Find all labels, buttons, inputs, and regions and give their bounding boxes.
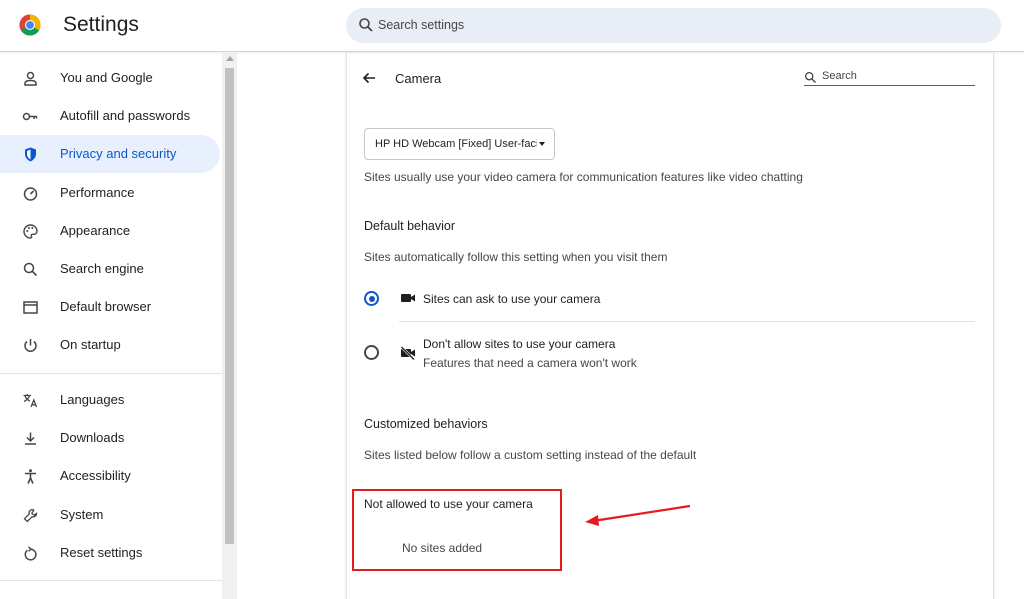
- settings-search-input[interactable]: Search settings: [346, 8, 1001, 43]
- speedometer-icon: [23, 187, 38, 201]
- sidebar-item-on-startup[interactable]: On startup: [0, 326, 220, 364]
- sidebar-item-downloads[interactable]: Downloads: [0, 419, 220, 457]
- annotation-arrow-icon: [585, 504, 691, 526]
- sidebar-nav: You and Google Autofill and passwords Pr…: [0, 53, 222, 599]
- sidebar-item-languages[interactable]: Languages: [0, 381, 220, 419]
- option-block-sublabel: Features that need a camera won't work: [423, 356, 637, 370]
- customized-behaviors-description: Sites listed below follow a custom setti…: [364, 448, 697, 462]
- key-icon: [22, 112, 38, 121]
- sidebar-item-label: You and Google: [60, 70, 153, 85]
- sidebar-item-label: Performance: [60, 185, 135, 200]
- sidebar-item-label: Default browser: [60, 299, 152, 314]
- camera-search-input[interactable]: Search: [804, 70, 975, 86]
- sidebar-item-appearance[interactable]: Appearance: [0, 212, 220, 250]
- radio-block[interactable]: [364, 345, 379, 360]
- chevron-down-icon: [539, 142, 545, 146]
- sidebar-divider: [0, 373, 222, 374]
- wrench-icon: [23, 508, 38, 523]
- default-behavior-heading: Default behavior: [364, 219, 456, 233]
- sidebar-item-autofill[interactable]: Autofill and passwords: [0, 97, 220, 135]
- sidebar-item-default-browser[interactable]: Default browser: [0, 288, 220, 326]
- option-block-label[interactable]: Don't allow sites to use your camera: [423, 337, 615, 351]
- shield-icon: [25, 147, 36, 162]
- sidebar-scrollbar-thumb[interactable]: [225, 68, 234, 544]
- radio-allow-ask[interactable]: [364, 291, 379, 306]
- search-placeholder: Search: [822, 70, 857, 82]
- sidebar-item-label: Autofill and passwords: [60, 108, 191, 123]
- customized-behaviors-heading: Customized behaviors: [364, 417, 488, 431]
- search-icon: [23, 262, 38, 277]
- back-arrow-icon[interactable]: [361, 70, 377, 86]
- chrome-logo-icon: [19, 14, 41, 36]
- sidebar-item-search-engine[interactable]: Search engine: [0, 250, 220, 288]
- sidebar-item-performance[interactable]: Performance: [0, 174, 220, 212]
- sidebar-item-accessibility[interactable]: Accessibility: [0, 457, 220, 495]
- top-bar: Settings Search settings: [0, 0, 1024, 52]
- browser-window-icon: [23, 301, 38, 314]
- search-icon: [804, 71, 816, 83]
- sidebar-item-system[interactable]: System: [0, 496, 220, 534]
- reset-icon: [24, 546, 37, 561]
- sidebar-divider: [0, 580, 222, 581]
- options-divider: [399, 321, 975, 322]
- sidebar-item-label: System: [60, 507, 104, 522]
- person-icon: [24, 71, 37, 86]
- sidebar-item-label: Languages: [60, 392, 125, 407]
- sidebar-item-label: Search engine: [60, 261, 144, 276]
- power-icon: [24, 339, 37, 352]
- page-title: Camera: [395, 71, 442, 86]
- annotation-highlight-box: [352, 489, 562, 571]
- option-allow-label[interactable]: Sites can ask to use your camera: [423, 292, 600, 306]
- palette-icon: [23, 224, 38, 239]
- sidebar-item-label: Downloads: [60, 430, 125, 445]
- camera-off-icon: [400, 346, 415, 361]
- sidebar-item-label: On startup: [60, 337, 121, 352]
- sidebar-item-privacy-and-security[interactable]: Privacy and security: [0, 135, 220, 173]
- search-icon: [359, 18, 373, 32]
- app-title: Settings: [63, 13, 139, 36]
- sidebar-item-you-and-google[interactable]: You and Google: [0, 59, 220, 97]
- sidebar-item-label: Privacy and security: [60, 146, 177, 161]
- sidebar-item-label: Accessibility: [60, 468, 131, 483]
- camera-description: Sites usually use your video camera for …: [364, 170, 803, 184]
- camera-select-value: HP HD Webcam [Fixed] User-facing: [375, 138, 537, 150]
- search-placeholder: Search settings: [378, 18, 465, 32]
- scroll-up-arrow-icon[interactable]: [226, 56, 234, 61]
- camera-icon: [401, 294, 415, 302]
- sidebar-item-reset-settings[interactable]: Reset settings: [0, 534, 220, 572]
- sidebar-item-label: Appearance: [60, 223, 131, 238]
- default-behavior-description: Sites automatically follow this setting …: [364, 250, 668, 264]
- camera-select-dropdown[interactable]: HP HD Webcam [Fixed] User-facing: [364, 128, 555, 160]
- accessibility-icon: [25, 469, 36, 484]
- download-icon: [25, 432, 36, 445]
- translate-icon: [23, 394, 38, 408]
- sidebar-item-label: Reset settings: [60, 545, 143, 560]
